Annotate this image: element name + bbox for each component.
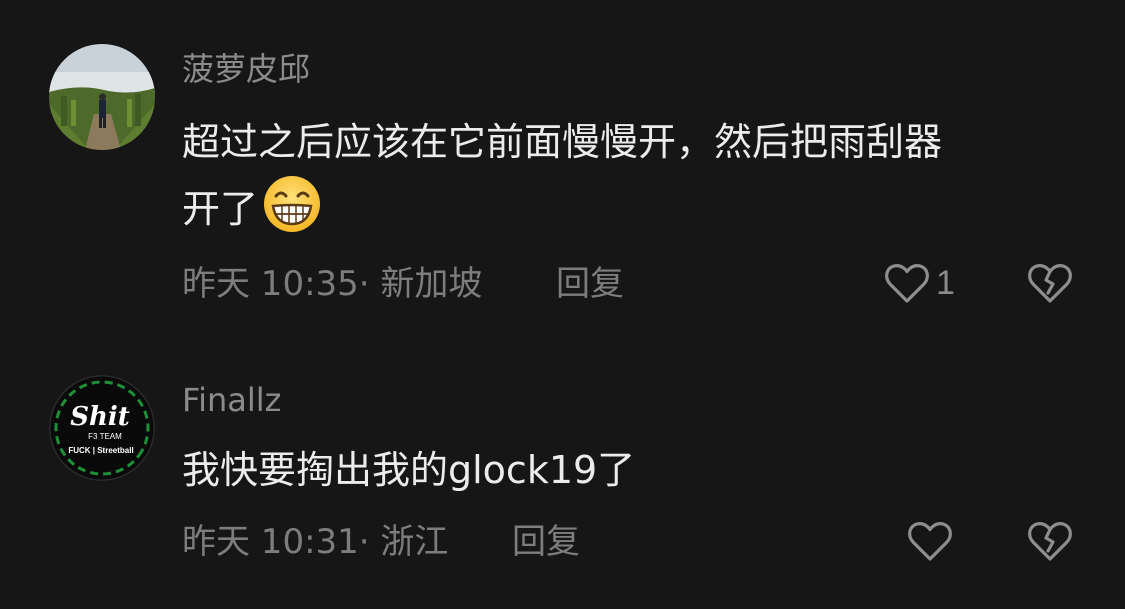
avatar-logo-bottom: FUCK | Streetball bbox=[68, 446, 133, 455]
like-button[interactable] bbox=[907, 520, 953, 562]
comment-item: Shit F3 TEAM FUCK | Streetball Finallz 我… bbox=[0, 0, 1125, 609]
heart-outline-icon bbox=[908, 522, 952, 561]
reply-button[interactable]: 回复 bbox=[512, 522, 580, 562]
comment-text-line: 我快要掏出我的glock19了 bbox=[182, 448, 636, 492]
avatar-logo-title: Shit bbox=[70, 402, 130, 432]
avatar[interactable]: Shit F3 TEAM FUCK | Streetball bbox=[49, 375, 155, 481]
comment-text: 我快要掏出我的glock19了 bbox=[182, 439, 1082, 502]
comment-meta: 昨天 10:31· 浙江 bbox=[182, 522, 449, 562]
shit-f3-team-logo-avatar: Shit F3 TEAM FUCK | Streetball bbox=[49, 375, 155, 481]
avatar-logo-sub: F3 TEAM bbox=[88, 432, 122, 441]
broken-heart-icon bbox=[1028, 522, 1072, 561]
dislike-button[interactable] bbox=[1027, 520, 1073, 566]
username[interactable]: Finallz bbox=[182, 380, 281, 420]
